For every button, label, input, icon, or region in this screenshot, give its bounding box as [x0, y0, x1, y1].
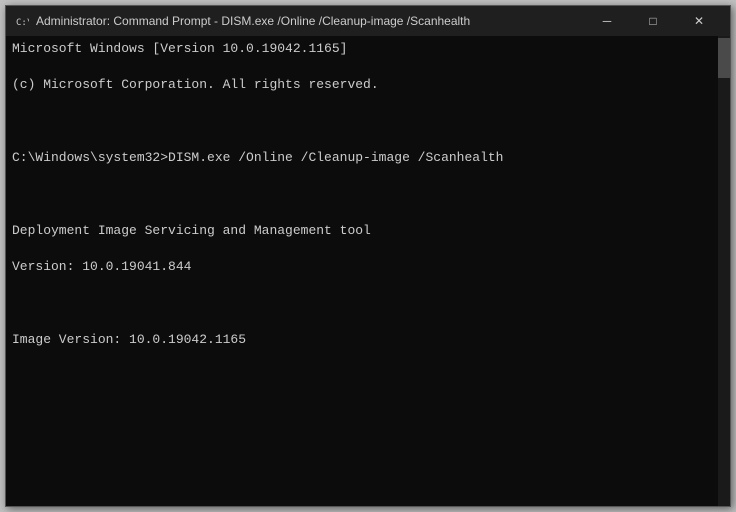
window-title: Administrator: Command Prompt - DISM.exe… — [36, 14, 584, 28]
scrollbar[interactable] — [718, 36, 730, 506]
console-line — [12, 404, 712, 422]
console-line: (c) Microsoft Corporation. All rights re… — [12, 76, 712, 94]
scrollbar-thumb[interactable] — [718, 38, 730, 78]
console-line — [12, 186, 712, 204]
console-line: Version: 10.0.19041.844 — [12, 258, 712, 276]
console-line — [12, 477, 712, 495]
close-button[interactable]: ✕ — [676, 6, 722, 36]
console-output[interactable]: Microsoft Windows [Version 10.0.19042.11… — [6, 36, 718, 506]
console-line: Microsoft Windows [Version 10.0.19042.11… — [12, 40, 712, 58]
console-line: Deployment Image Servicing and Managemen… — [12, 222, 712, 240]
console-body: Microsoft Windows [Version 10.0.19042.11… — [6, 36, 730, 506]
maximize-button[interactable]: □ — [630, 6, 676, 36]
minimize-button[interactable]: ─ — [584, 6, 630, 36]
title-bar: C:\ Administrator: Command Prompt - DISM… — [6, 6, 730, 36]
console-line: Image Version: 10.0.19042.1165 — [12, 331, 712, 349]
console-line — [12, 367, 712, 385]
console-line: C:\Windows\system32>DISM.exe /Online /Cl… — [12, 149, 712, 167]
svg-text:C:\: C:\ — [16, 18, 29, 28]
window-controls: ─ □ ✕ — [584, 6, 722, 36]
console-line — [12, 440, 712, 458]
cmd-icon: C:\ — [14, 13, 30, 29]
console-line — [12, 295, 712, 313]
cmd-window: C:\ Administrator: Command Prompt - DISM… — [5, 5, 731, 507]
console-line — [12, 113, 712, 131]
